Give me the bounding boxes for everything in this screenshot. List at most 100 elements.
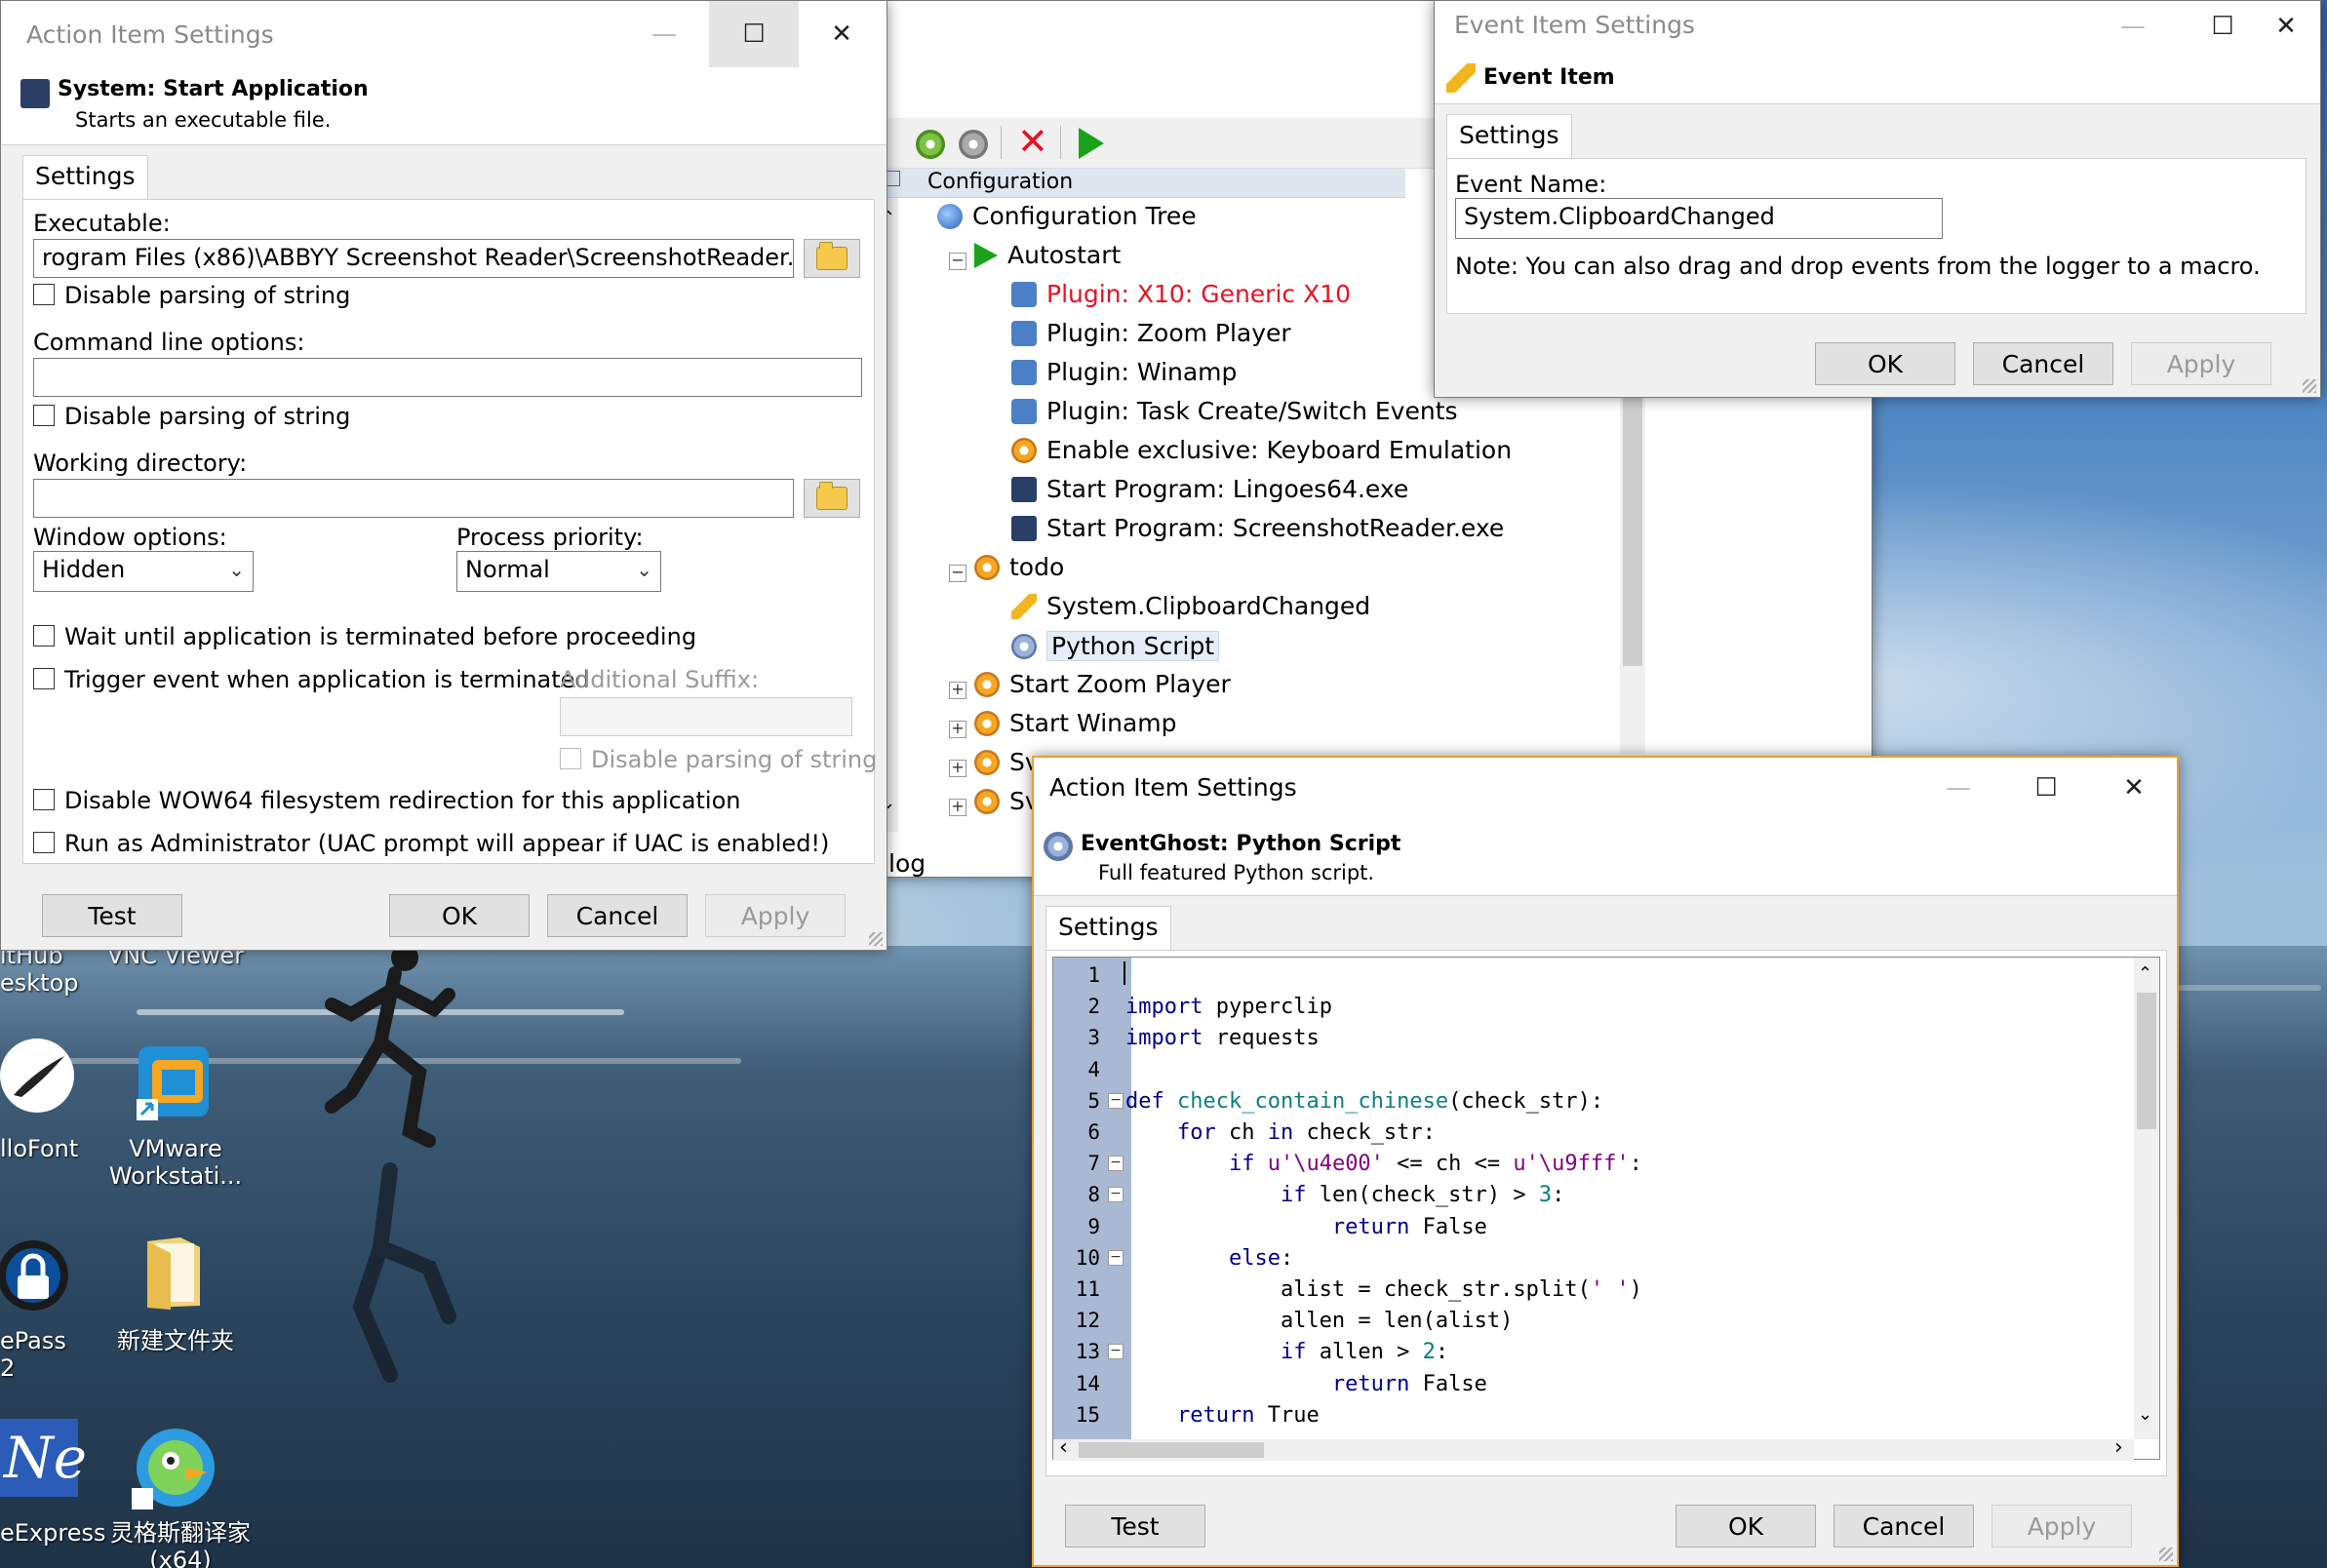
window-options-select[interactable]: Hidden ⌄	[33, 551, 254, 592]
add-macro-icon[interactable]	[916, 130, 945, 159]
keepass-icon[interactable]	[0, 1227, 74, 1314]
admin-checkbox[interactable]	[33, 832, 55, 853]
expand-icon[interactable]: +	[949, 721, 966, 738]
tree-item-keyboard-emulation[interactable]: Enable exclusive: Keyboard Emulation	[1011, 436, 1512, 464]
disable-parsing-checkbox-1[interactable]	[33, 284, 55, 305]
code-line: import pyperclip	[1125, 995, 1332, 1020]
close-button[interactable]: ✕	[2250, 1, 2322, 52]
desktop-icon-new-folder[interactable]: 新建文件夹	[98, 1327, 254, 1354]
expand-icon[interactable]: +	[949, 760, 966, 777]
tree-item-plugin-zoom[interactable]: Plugin: Zoom Player	[1011, 319, 1291, 347]
resize-grip[interactable]	[869, 932, 883, 946]
desktop-icon-vmware[interactable]: VMware Workstati...	[98, 1135, 254, 1190]
tree-item-start-screenshotreader[interactable]: Start Program: ScreenshotReader.exe	[1011, 514, 1504, 542]
new-folder-icon[interactable]	[141, 1234, 210, 1312]
browse-executable-button[interactable]	[804, 239, 860, 278]
code-vscroll-thumb[interactable]	[2137, 993, 2156, 1129]
wait-label: Wait until application is terminated bef…	[64, 623, 697, 650]
cancel-button[interactable]: Cancel	[547, 894, 688, 937]
tree-item-config-root[interactable]: Configuration Tree	[937, 202, 1197, 230]
desktop-icon-lingoes[interactable]: 灵格斯翻译家 (x64)	[98, 1519, 263, 1568]
apply-button[interactable]: Apply	[1992, 1505, 2132, 1548]
suffix-field[interactable]	[560, 697, 852, 736]
cancel-button[interactable]: Cancel	[1973, 342, 2113, 385]
fold-marker-icon[interactable]: −	[1108, 1344, 1124, 1360]
disable-parsing-checkbox-3[interactable]	[560, 748, 581, 769]
tree-item-macro[interactable]: Sv	[974, 748, 1040, 776]
disable-parsing-checkbox-2[interactable]	[33, 405, 55, 426]
fold-marker-icon[interactable]: −	[1108, 1156, 1124, 1172]
tree-item-autostart[interactable]: Autostart	[974, 241, 1121, 269]
tab-settings[interactable]: Settings	[1045, 906, 1171, 951]
trigger-checkbox[interactable]	[33, 668, 55, 689]
tree-item-start-lingoes[interactable]: Start Program: Lingoes64.exe	[1011, 475, 1408, 503]
tree-item-plugin-winamp[interactable]: Plugin: Winamp	[1011, 358, 1237, 386]
tab-settings[interactable]: Settings	[22, 155, 148, 200]
cancel-button[interactable]: Cancel	[1834, 1505, 1974, 1548]
code-hscroll-thumb[interactable]	[1079, 1442, 1264, 1458]
maximize-button[interactable]: ☐	[2001, 758, 2091, 818]
execute-icon[interactable]	[1079, 128, 1104, 159]
lingoes-icon[interactable]	[132, 1424, 219, 1511]
tree-item-todo[interactable]: todo	[974, 553, 1064, 581]
wow64-checkbox[interactable]	[33, 789, 55, 810]
code-editor[interactable]: 1 2 import pyperclip 3 import requests 4 5− def…	[1052, 957, 2160, 1461]
event-name-field[interactable]: System.ClipboardChanged	[1455, 198, 1943, 239]
collapse-icon[interactable]: −	[949, 565, 966, 582]
expand-icon[interactable]: +	[949, 682, 966, 699]
resize-grip[interactable]	[2303, 379, 2316, 393]
tree-item-clipboard-event[interactable]: System.ClipboardChanged	[1011, 592, 1370, 620]
maximize-button[interactable]: ☐	[709, 1, 799, 67]
scroll-right-icon[interactable]: ›	[2114, 1435, 2123, 1460]
collapse-icon[interactable]: −	[949, 253, 966, 270]
desktop-icon-hellofont[interactable]: lloFont	[0, 1135, 88, 1162]
cmdline-field[interactable]	[33, 358, 862, 397]
wait-checkbox[interactable]	[33, 625, 55, 647]
apply-button[interactable]: Apply	[2131, 342, 2271, 385]
scroll-down-icon[interactable]: ⌄	[2138, 1404, 2152, 1425]
test-button[interactable]: Test	[42, 894, 182, 937]
workdir-field[interactable]	[33, 479, 794, 518]
tree-item-plugin-task[interactable]: Plugin: Task Create/Switch Events	[1011, 397, 1458, 425]
ok-button[interactable]: OK	[1676, 1505, 1816, 1548]
event-dialog-header-title: Event Item	[1483, 65, 1615, 90]
tree-item-python-script[interactable]: Python Script	[1011, 631, 1220, 661]
tree-item-start-winamp[interactable]: Start Winamp	[974, 709, 1177, 737]
tree-label: todo	[1009, 553, 1065, 581]
log-tab-fragment[interactable]: log	[888, 849, 926, 878]
ok-button[interactable]: OK	[389, 894, 530, 937]
fold-marker-icon[interactable]: −	[1108, 1092, 1124, 1109]
scroll-left-icon[interactable]: ‹	[1059, 1435, 1068, 1460]
expand-icon[interactable]: +	[949, 799, 966, 816]
tab-settings[interactable]: Settings	[1446, 114, 1572, 159]
tree-item-macro[interactable]: Sv	[974, 787, 1040, 815]
minimize-button[interactable]: —	[2088, 1, 2178, 52]
browse-workdir-button[interactable]	[804, 479, 860, 518]
fold-marker-icon[interactable]: −	[1108, 1249, 1124, 1266]
test-button[interactable]: Test	[1065, 1505, 1205, 1548]
code-vscrollbar[interactable]: ⌃ ⌄	[2134, 958, 2159, 1439]
minimize-button[interactable]: —	[1913, 758, 2003, 818]
tree-item-start-zoom-player[interactable]: Start Zoom Player	[974, 670, 1231, 698]
delete-icon[interactable]: ✕	[1017, 122, 1048, 161]
minimize-button[interactable]: —	[619, 1, 709, 67]
close-button[interactable]: ✕	[2089, 758, 2179, 818]
program-icon	[1011, 515, 1037, 541]
code-hscrollbar[interactable]: ‹ ›	[1053, 1435, 2134, 1461]
executable-field[interactable]: rogram Files (x86)\ABBYY Screenshot Read…	[33, 239, 794, 278]
scroll-up-icon[interactable]: ⌃	[2138, 963, 2152, 984]
close-button[interactable]: ✕	[797, 1, 887, 67]
tree-item-plugin-x10[interactable]: Plugin: X10: Generic X10	[1011, 280, 1351, 308]
tree-label: Plugin: Winamp	[1046, 358, 1238, 386]
desktop-icon-ne-express[interactable]: eExpress	[0, 1519, 105, 1547]
desktop-icon-keepass[interactable]: ePass 2	[0, 1327, 88, 1382]
add-folder-icon[interactable]	[959, 130, 988, 159]
resize-grip[interactable]	[2159, 1548, 2173, 1561]
ne-express-icon[interactable]: Ne	[0, 1419, 87, 1497]
hellofont-icon[interactable]	[0, 1039, 74, 1113]
apply-button[interactable]: Apply	[705, 894, 846, 937]
ok-button[interactable]: OK	[1815, 342, 1955, 385]
priority-select[interactable]: Normal ⌄	[456, 551, 661, 592]
fold-marker-icon[interactable]: −	[1108, 1187, 1124, 1203]
vmware-icon[interactable]	[137, 1039, 220, 1122]
